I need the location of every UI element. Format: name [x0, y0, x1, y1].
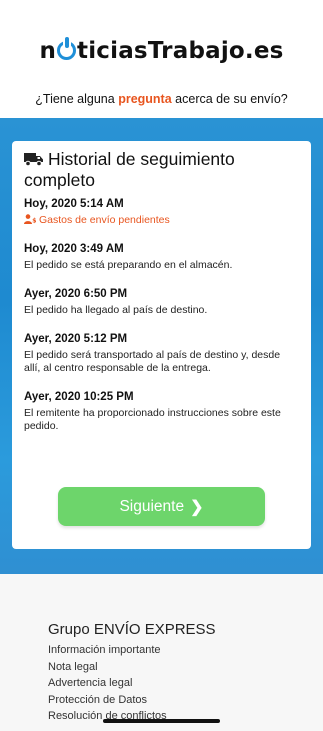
event-description: $ Gastos de envío pendientes [24, 214, 299, 227]
tracking-event: Ayer, 2020 10:25 PM El remitente ha prop… [24, 390, 299, 433]
svg-text:$: $ [32, 218, 36, 225]
tracking-event: Ayer, 2020 6:50 PM El pedido ha llegado … [24, 287, 299, 317]
footer-link-nota-legal[interactable]: Nota legal [48, 659, 167, 676]
tracking-event: Hoy, 2020 3:49 AM El pedido se está prep… [24, 242, 299, 272]
tracking-card: Historial de seguimiento completo Hoy, 2… [12, 141, 311, 549]
user-dollar-icon: $ [24, 214, 36, 224]
event-description: El pedido será transportado al país de d… [24, 349, 281, 374]
footer-title: Grupo ENVÍO EXPRESS [48, 621, 216, 638]
event-description: El remitente ha proporcionado instruccio… [24, 407, 281, 432]
footer-links: Información importante Nota legal Advert… [48, 642, 167, 725]
tagline-text: ¿Tiene alguna [35, 92, 119, 106]
logo-suffix: ticiasTrabajo.es [77, 38, 284, 64]
event-description: El pedido se está preparando en el almac… [24, 259, 233, 271]
card-title-text: Historial de seguimiento completo [24, 149, 235, 190]
event-time: Ayer, 2020 10:25 PM [24, 391, 134, 403]
footer-link-informacion[interactable]: Información importante [48, 642, 167, 659]
event-time: Ayer, 2020 6:50 PM [24, 288, 128, 300]
event-time: Ayer, 2020 5:12 PM [24, 333, 128, 345]
event-description-text: Gastos de envío pendientes [39, 214, 170, 226]
tagline-text-end: acerca de su envío? [171, 92, 288, 106]
tracking-event: Ayer, 2020 5:12 PM El pedido será transp… [24, 332, 299, 375]
tracking-event: Hoy, 2020 5:14 AM $ Gastos de envío pend… [24, 197, 299, 227]
chevron-right-icon: ❯ [190, 498, 204, 516]
event-description: El pedido ha llegado al país de destino. [24, 304, 208, 316]
event-time: Hoy, 2020 5:14 AM [24, 198, 124, 210]
home-indicator[interactable] [103, 719, 220, 723]
footer-link-proteccion-datos[interactable]: Protección de Datos [48, 692, 167, 709]
truck-icon [24, 153, 43, 166]
event-time: Hoy, 2020 3:49 AM [24, 243, 124, 255]
power-icon [57, 37, 77, 60]
tagline: ¿Tiene alguna pregunta acerca de su enví… [0, 92, 323, 106]
footer-link-advertencia[interactable]: Advertencia legal [48, 675, 167, 692]
site-logo[interactable]: n ticiasTrabajo.es [0, 37, 323, 64]
next-button-label: Siguiente [119, 497, 185, 515]
next-button[interactable]: Siguiente ❯ [58, 487, 265, 526]
header: n ticiasTrabajo.es ¿Tiene alguna pregunta… [0, 0, 323, 118]
page: n ticiasTrabajo.es ¿Tiene alguna pregunta… [0, 0, 323, 731]
card-title: Historial de seguimiento completo [24, 149, 299, 191]
logo-prefix: n [39, 38, 57, 64]
footer: Grupo ENVÍO EXPRESS Información importan… [0, 574, 323, 731]
tagline-highlight[interactable]: pregunta [118, 92, 171, 106]
